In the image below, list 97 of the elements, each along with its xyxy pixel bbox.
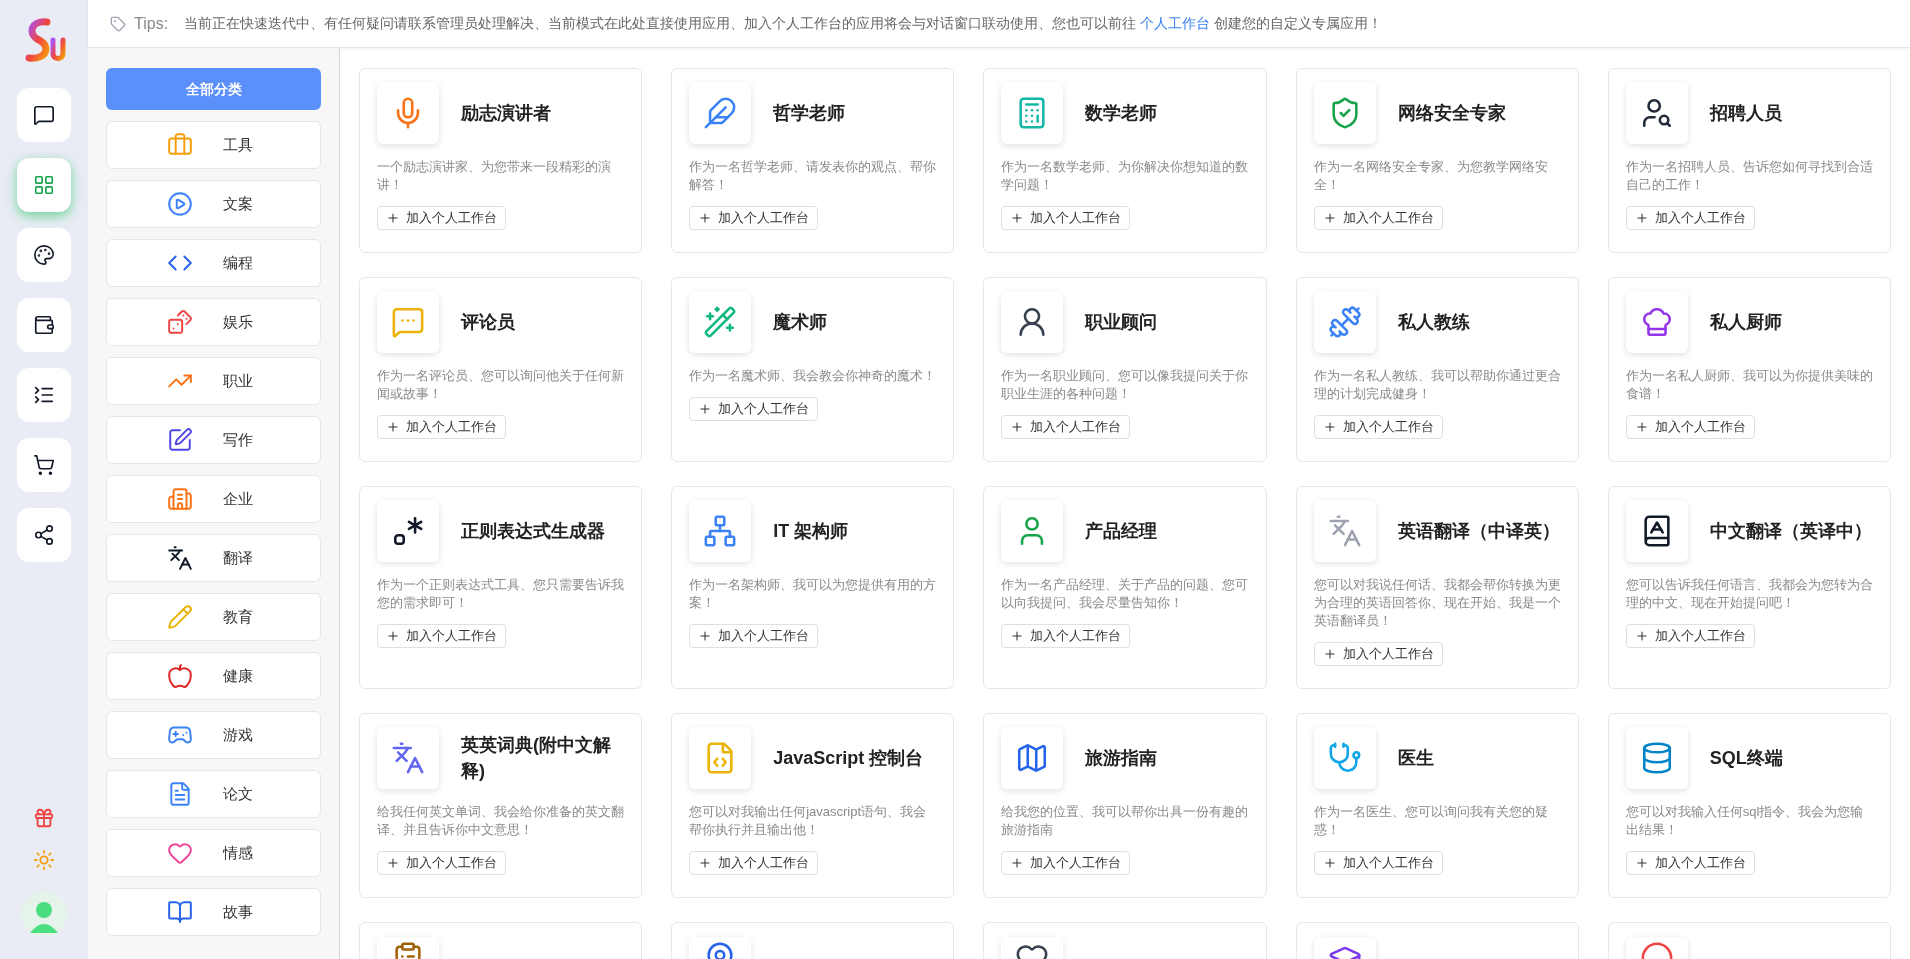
- app-description: 作为一名私人教练、我可以帮助你通过更合理的计划完成健身！: [1313, 367, 1561, 403]
- add-to-workspace-button[interactable]: 加入个人工作台: [1625, 624, 1755, 648]
- app-title: 魔术师: [773, 311, 828, 334]
- add-to-workspace-button[interactable]: 加入个人工作台: [1313, 642, 1443, 666]
- app-title: 私人厨师: [1709, 311, 1782, 334]
- add-to-workspace-button[interactable]: 加入个人工作台: [1001, 415, 1131, 439]
- app-description: 作为一名招聘人员、告诉您如何寻找到合适自己的工作！: [1625, 158, 1873, 194]
- add-to-workspace-button[interactable]: 加入个人工作台: [689, 397, 819, 421]
- app-card[interactable]: 产品经理 作为一名产品经理、关于产品的问题、您可以向我提问、我会尽量告知你！ 加入个人工作台: [983, 486, 1267, 689]
- app-card[interactable]: 英语翻译（中译英） 您可以对我说任何话、我都会帮你转换为更为合理的英语回答你、现在开始、我是一个英语翻译员！ 加入个人工作台: [1295, 486, 1579, 689]
- add-to-workspace-button[interactable]: 加入个人工作台: [1313, 206, 1443, 230]
- app-title: JavaScript 控制台: [773, 747, 924, 770]
- add-to-workspace-button[interactable]: 加入个人工作台: [689, 851, 819, 875]
- app-card[interactable]: 英英词典(附中文解释) 给我任何英文单词、我会给你准备的英文翻译、并且告诉你中文意思！ 加入个人工作台: [359, 713, 643, 898]
- app-card[interactable]: IT 架构师 作为一名架构师、我可以为您提供有用的方案！ 加入个人工作台: [671, 486, 955, 689]
- workspace-link[interactable]: 个人工作台: [1139, 15, 1210, 31]
- app-title: 英语翻译（中译英）: [1397, 520, 1560, 543]
- app-card[interactable]: SQL终端 您可以对我输入任何sql指令、我会为您输出结果！ 加入个人工作台: [1607, 713, 1891, 898]
- app-description: 作为一名职业顾问、您可以像我提问关于你职业生涯的各种问题！: [1001, 367, 1249, 403]
- app-description: 您可以对我输出任何javascript语句、我会帮你执行并且输出他！: [689, 803, 928, 839]
- category-item[interactable]: 教育: [106, 593, 321, 641]
- app-description: 作为一名评论员、您可以询问他关于任何新闻或故事！: [377, 367, 625, 403]
- add-to-workspace-button[interactable]: 加入个人工作台: [1625, 851, 1755, 875]
- app-title: SQL终端: [1709, 747, 1783, 770]
- category-item[interactable]: 故事: [106, 888, 321, 936]
- app-card[interactable]: 网络安全专家 作为一名网络安全专家、为您教学网络安全！ 加入个人工作台: [1295, 68, 1579, 253]
- app-title: IT 架构师: [773, 520, 849, 543]
- category-item[interactable]: 游戏: [106, 711, 321, 759]
- category-item[interactable]: 翻译: [106, 534, 321, 582]
- add-to-workspace-button[interactable]: 加入个人工作台: [1001, 851, 1131, 875]
- category-item[interactable]: 写作: [106, 416, 321, 464]
- app-title: 医生: [1397, 747, 1434, 770]
- app-title: 英英词典(附中文解释): [461, 734, 612, 783]
- add-to-workspace-button[interactable]: 加入个人工作台: [377, 206, 506, 230]
- app-title: 网络安全专家: [1397, 102, 1506, 125]
- add-to-workspace-button[interactable]: 加入个人工作台: [689, 624, 819, 648]
- add-to-workspace-button[interactable]: 加入个人工作台: [1001, 624, 1131, 648]
- category-item[interactable]: 职业: [106, 357, 321, 405]
- app-title: 职业顾问: [1085, 311, 1158, 334]
- app-card[interactable]: 魔术师 作为一名魔术师、我会教会你神奇的魔术！ 加入个人工作台: [671, 277, 955, 462]
- app-card[interactable]: 医生 作为一名医生、您可以询问我有关您的疑惑！ 加入个人工作台: [1295, 713, 1579, 898]
- app-description: 作为一名产品经理、关于产品的问题、您可以向我提问、我会尽量告知你！: [1001, 576, 1249, 612]
- app-title: 私人教练: [1397, 311, 1470, 334]
- app-card[interactable]: 私人教练 作为一名私人教练、我可以帮助你通过更合理的计划完成健身！ 加入个人工作台: [1295, 277, 1579, 462]
- app-title: 数学老师: [1085, 102, 1158, 125]
- app-description: 给我您的位置、我可以帮你出具一份有趣的旅游指南: [1001, 803, 1249, 839]
- app-card[interactable]: 旅游指南 给我您的位置、我可以帮你出具一份有趣的旅游指南 加入个人工作台: [983, 713, 1267, 898]
- app-title: 产品经理: [1085, 520, 1158, 543]
- tips-text: 当前正在快速迭代中、有任何疑问请联系管理员处理解决、当前模式在此处直接使用应用、加入个人工作台的应用将会与对话窗口联动使用、您也可以前往 个人工作台 创建您的自定义专属应用！: [184, 14, 1382, 33]
- app-card[interactable]: 私人厨师 作为一名私人厨师、我可以为你提供美味的食谱！ 加入个人工作台: [1607, 277, 1891, 462]
- app-description: 作为一个正则表达式工具、您只需要告诉我您的需求即可！: [377, 576, 625, 612]
- app-card[interactable]: 数学老师 作为一名数学老师、为你解决你想知道的数学问题！ 加入个人工作台: [983, 68, 1267, 253]
- app-description: 您可以对我说任何话、我都会帮你转换为更为合理的英语回答你、现在开始、我是一个英语翻译员！: [1313, 576, 1561, 630]
- app-card[interactable]: 职业顾问 作为一名职业顾问、您可以像我提问关于你职业生涯的各种问题！ 加入个人工作台: [983, 277, 1267, 462]
- app-description: 作为一名网络安全专家、为您教学网络安全！: [1313, 158, 1549, 194]
- app-card[interactable]: 中文翻译（英译中） 您可以告诉我任何语言、我都会为您转为合理的中文、现在开始提问吧！ 加入个人工作台: [1607, 486, 1891, 689]
- app-title: 哲学老师: [773, 102, 846, 125]
- add-to-workspace-button[interactable]: 加入个人工作台: [1001, 206, 1131, 230]
- app-title: 评论员: [461, 311, 515, 334]
- app-description: 您可以对我输入任何sql指令、我会为您输出结果！: [1625, 803, 1865, 839]
- app-description: 给我任何英文单词、我会给你准备的英文翻译、并且告诉你中文意思！: [377, 803, 625, 839]
- app-description: 您可以告诉我任何语言、我都会为您转为合理的中文、现在开始提问吧！: [1625, 576, 1873, 612]
- app-card[interactable]: JavaScript 控制台 您可以对我输出任何javascript语句、我会帮你执行并且输出他！ 加入个人工作台: [671, 713, 955, 898]
- app-description: 作为一名哲学老师、请发表你的观点、帮你解答！: [689, 158, 937, 194]
- app-description: 作为一名私人厨师、我可以为你提供美味的食谱！: [1625, 367, 1873, 403]
- category-item[interactable]: 娱乐: [106, 298, 321, 346]
- app-card[interactable]: 哲学老师 作为一名哲学老师、请发表你的观点、帮你解答！ 加入个人工作台: [671, 68, 955, 253]
- app-description: 作为一名医生、您可以询问我有关您的疑惑！: [1313, 803, 1549, 839]
- app-card[interactable]: 正则表达式生成器 作为一个正则表达式工具、您只需要告诉我您的需求即可！ 加入个人工作台: [359, 486, 643, 689]
- app-description: 一个励志演讲家、为您带来一段精彩的演讲！: [377, 158, 612, 194]
- add-to-workspace-button[interactable]: 加入个人工作台: [377, 415, 506, 439]
- category-item[interactable]: 文案: [106, 180, 321, 228]
- add-to-workspace-button[interactable]: 加入个人工作台: [377, 624, 506, 648]
- app-card[interactable]: 励志演讲者 一个励志演讲家、为您带来一段精彩的演讲！ 加入个人工作台: [359, 68, 643, 253]
- category-item[interactable]: 情感: [106, 829, 321, 877]
- category-item[interactable]: 论文: [106, 770, 321, 818]
- category-item[interactable]: 工具: [106, 121, 321, 169]
- add-to-workspace-button[interactable]: 加入个人工作台: [1313, 415, 1443, 439]
- app-card[interactable]: 招聘人员 作为一名招聘人员、告诉您如何寻找到合适自己的工作！ 加入个人工作台: [1607, 68, 1891, 253]
- app-title: 旅游指南: [1085, 747, 1158, 770]
- category-item[interactable]: 健康: [106, 652, 321, 700]
- app-description: 作为一名数学老师、为你解决你想知道的数学问题！: [1001, 158, 1249, 194]
- add-to-workspace-button[interactable]: 加入个人工作台: [1313, 851, 1443, 875]
- app-card[interactable]: 评论员 作为一名评论员、您可以询问他关于任何新闻或故事！ 加入个人工作台: [359, 277, 643, 462]
- add-to-workspace-button[interactable]: 加入个人工作台: [689, 206, 819, 230]
- app-title: 招聘人员: [1709, 102, 1782, 125]
- category-item[interactable]: 编程: [106, 239, 321, 287]
- app-title: 中文翻译（英译中）: [1709, 520, 1872, 543]
- app-description: 作为一名魔术师、我会教会你神奇的魔术！: [689, 367, 937, 385]
- tips-label: Tips:: [134, 13, 169, 34]
- add-to-workspace-button[interactable]: 加入个人工作台: [1625, 206, 1755, 230]
- add-to-workspace-button[interactable]: 加入个人工作台: [377, 851, 506, 875]
- app-title: 励志演讲者: [461, 102, 551, 125]
- add-to-workspace-button[interactable]: 加入个人工作台: [1625, 415, 1755, 439]
- app-title: 正则表达式生成器: [461, 520, 605, 543]
- category-item[interactable]: 企业: [106, 475, 321, 523]
- app-description: 作为一名架构师、我可以为您提供有用的方案！: [689, 576, 937, 612]
